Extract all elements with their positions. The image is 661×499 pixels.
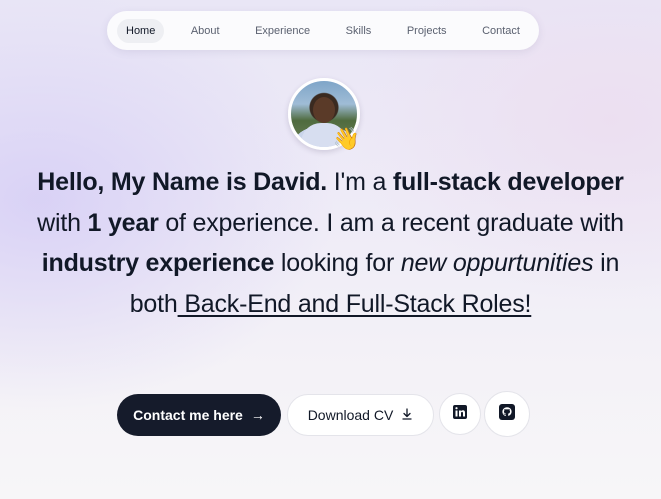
headline-text: of experience. I am a recent graduate wi… (158, 208, 624, 237)
download-icon (401, 407, 413, 423)
hero-headline: Hello, My Name is David. I'm a full-stac… (30, 162, 631, 324)
nav-home[interactable]: Home (117, 18, 165, 43)
github-icon (499, 403, 515, 425)
headline-opportunities: new oppurtunities (400, 249, 594, 277)
headline-intro: Hello, My Name is David. (37, 168, 328, 196)
nav-experience[interactable]: Experience (246, 19, 319, 43)
top-nav: Home About Experience Skills Projects Co… (107, 11, 539, 50)
headline-text: I'm a (327, 168, 393, 196)
nav-about[interactable]: About (182, 19, 229, 43)
contact-button[interactable]: Contact me here → (117, 394, 281, 436)
nav-projects[interactable]: Projects (398, 19, 456, 43)
headline-years: 1 year (87, 208, 159, 237)
avatar: 👋 (288, 78, 360, 151)
headline-text: with (37, 208, 88, 237)
linkedin-button[interactable] (439, 393, 481, 435)
nav-skills[interactable]: Skills (337, 19, 381, 43)
contact-button-label: Contact me here (133, 407, 243, 423)
linkedin-icon (453, 404, 467, 424)
nav-contact[interactable]: Contact (473, 19, 529, 43)
download-cv-button[interactable]: Download CV (287, 394, 434, 436)
arrow-right-icon: → (250, 407, 265, 423)
headline-role: full-stack developer (392, 168, 624, 196)
download-cv-label: Download CV (307, 407, 394, 423)
github-button[interactable] (484, 391, 530, 437)
headline-roles: Back-End and Full-Stack Roles! (177, 289, 532, 318)
headline-text: looking for (274, 249, 401, 277)
waving-hand-icon: 👋 (332, 126, 360, 151)
headline-industry: industry experience (41, 249, 275, 277)
